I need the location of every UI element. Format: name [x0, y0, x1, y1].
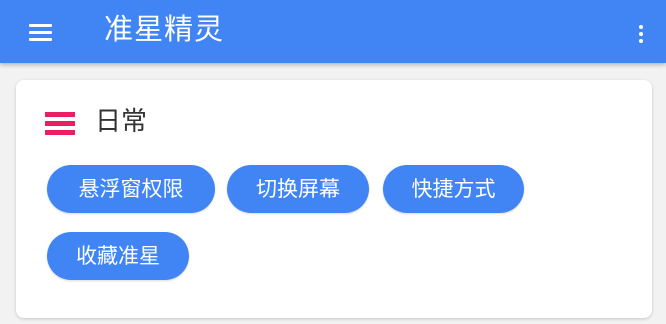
- overlay-permission-button[interactable]: 悬浮窗权限: [47, 165, 215, 213]
- more-options-icon[interactable]: [628, 14, 652, 50]
- switch-screen-button[interactable]: 切换屏幕: [227, 165, 369, 213]
- hamburger-menu-icon[interactable]: [23, 14, 63, 50]
- app-title: 准星精灵: [104, 12, 225, 46]
- list-icon: [45, 112, 75, 135]
- shortcut-button[interactable]: 快捷方式: [383, 165, 524, 213]
- favorite-crosshair-button[interactable]: 收藏准星: [47, 232, 189, 280]
- app-bar: 准星精灵: [0, 0, 666, 63]
- section-title: 日常: [95, 107, 148, 137]
- daily-section-card: 日常 悬浮窗权限 切换屏幕 快捷方式 收藏准星: [16, 80, 652, 318]
